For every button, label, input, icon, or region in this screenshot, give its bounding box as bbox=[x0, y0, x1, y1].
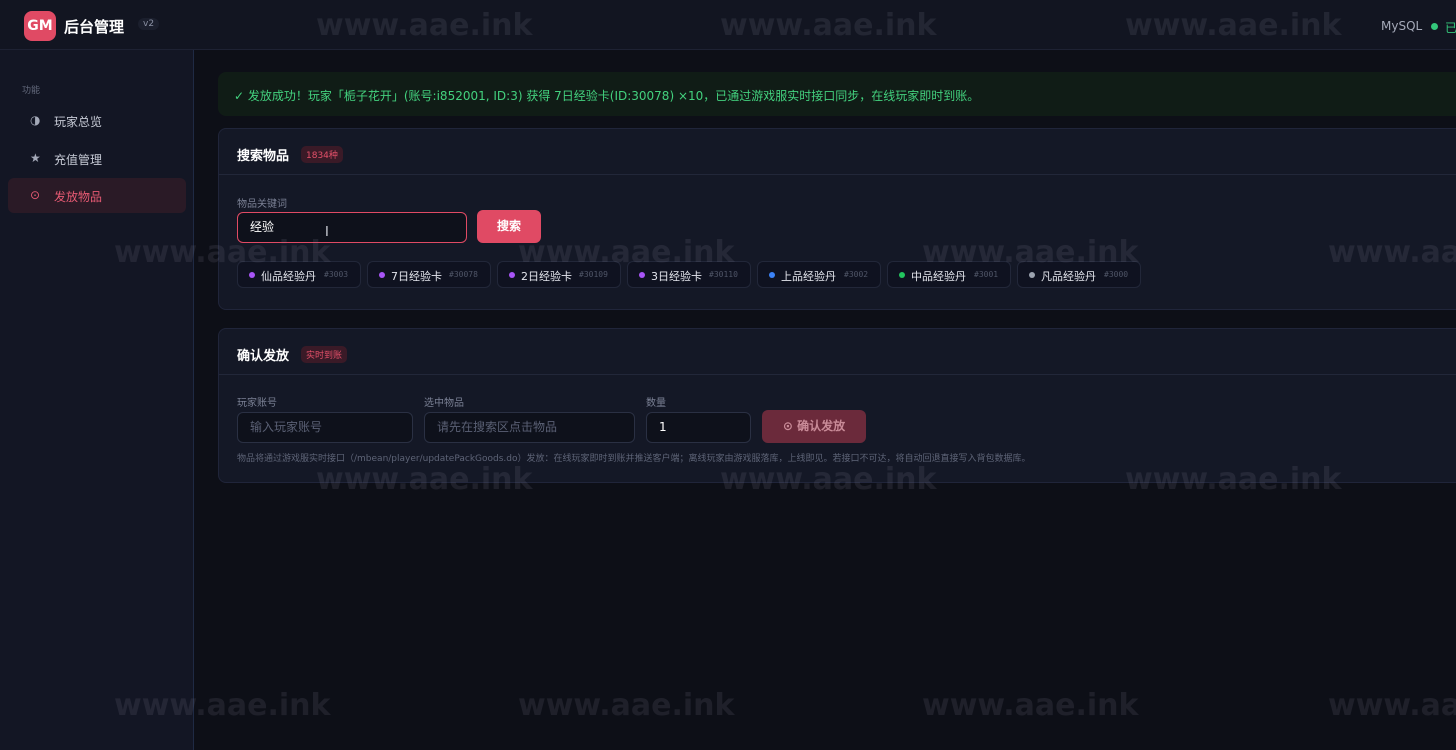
success-alert-text: ✓ 发放成功！玩家「栀子花开」(账号:i852001, ID:3) 获得 7日经… bbox=[234, 89, 980, 103]
item-chip[interactable]: 3日经验卡 #30110 bbox=[627, 261, 751, 288]
app-title: 后台管理 bbox=[64, 18, 125, 36]
selected-item-label: 选中物品 bbox=[424, 398, 464, 409]
item-code: #3001 bbox=[974, 270, 999, 279]
watermark: www.aae.ink bbox=[518, 688, 735, 723]
sidebar-item-recharge[interactable]: ★ 充值管理 bbox=[8, 141, 186, 176]
account-input[interactable]: 输入玩家账号 bbox=[237, 412, 413, 443]
item-name: 7日经验卡 bbox=[391, 270, 442, 283]
target-icon: ⊙ bbox=[30, 188, 41, 202]
rarity-dot-icon bbox=[769, 272, 775, 278]
selected-item-field[interactable]: 请先在搜索区点击物品 bbox=[424, 412, 635, 443]
api-hint-text: 物品将通过游戏服实时接口（/mbean/player/updatePackGoo… bbox=[237, 454, 1031, 464]
version-badge: v2 bbox=[138, 18, 160, 30]
item-code: #30110 bbox=[709, 270, 738, 279]
realtime-badge: 实时到账 bbox=[301, 346, 348, 363]
account-label: 玩家账号 bbox=[237, 398, 277, 409]
gm-logo: GM bbox=[24, 11, 56, 41]
item-name: 上品经验丹 bbox=[781, 270, 836, 283]
item-code: #3002 bbox=[844, 270, 869, 279]
half-circle-icon: ◑ bbox=[30, 113, 41, 127]
sidebar-item-label: 发放物品 bbox=[54, 190, 103, 204]
rarity-dot-icon bbox=[509, 272, 515, 278]
confirm-send-button[interactable]: ⊙ 确认发放 bbox=[762, 410, 866, 443]
item-chip[interactable]: 凡品经验丹 #3000 bbox=[1017, 261, 1141, 288]
rarity-dot-icon bbox=[1029, 272, 1035, 278]
item-code: #3000 bbox=[1104, 270, 1129, 279]
item-chip[interactable]: 2日经验卡 #30109 bbox=[497, 261, 621, 288]
item-name: 中品经验丹 bbox=[911, 270, 966, 283]
search-button[interactable]: 搜索 bbox=[477, 210, 541, 243]
top-bar: GM 后台管理 v2 MySQL 已 bbox=[0, 0, 1456, 50]
sidebar-item-player-overview[interactable]: ◑ 玩家总览 bbox=[8, 103, 186, 138]
rarity-dot-icon bbox=[899, 272, 905, 278]
item-name: 2日经验卡 bbox=[521, 270, 572, 283]
sidebar: 功能 ◑ 玩家总览 ★ 充值管理 ⊙ 发放物品 bbox=[0, 50, 194, 750]
card-title: 确认发放 bbox=[237, 349, 290, 364]
keyword-label: 物品关键词 bbox=[237, 199, 287, 210]
sidebar-item-label: 玩家总览 bbox=[54, 115, 103, 129]
item-code: #3003 bbox=[324, 270, 349, 279]
sidebar-item-label: 充值管理 bbox=[54, 153, 103, 167]
item-chip[interactable]: 上品经验丹 #3002 bbox=[757, 261, 881, 288]
text-cursor-icon: I bbox=[325, 225, 329, 240]
star-icon: ★ bbox=[30, 151, 41, 165]
item-code: #30109 bbox=[579, 270, 608, 279]
card-title: 搜索物品 bbox=[237, 149, 290, 164]
rarity-dot-icon bbox=[249, 272, 255, 278]
item-code: #30078 bbox=[449, 270, 478, 279]
item-chip[interactable]: 7日经验卡 #30078 bbox=[367, 261, 491, 288]
item-name: 凡品经验丹 bbox=[1041, 270, 1096, 283]
quantity-input[interactable]: 1 bbox=[646, 412, 751, 443]
item-chip[interactable]: 中品经验丹 #3001 bbox=[887, 261, 1011, 288]
watermark: www.aae.ink bbox=[922, 688, 1139, 723]
keyword-input[interactable]: 经验 bbox=[237, 212, 467, 243]
db-label: MySQL bbox=[1381, 19, 1423, 33]
sidebar-section-label: 功能 bbox=[22, 86, 41, 96]
item-name: 仙品经验丹 bbox=[261, 270, 316, 283]
sidebar-item-send-items[interactable]: ⊙ 发放物品 bbox=[8, 178, 186, 213]
confirm-send-card: 确认发放 实时到账 玩家账号 输入玩家账号 选中物品 请先在搜索区点击物品 数量… bbox=[218, 328, 1456, 483]
rarity-dot-icon bbox=[379, 272, 385, 278]
item-count-badge: 1834种 bbox=[301, 146, 343, 163]
db-status-text: 已 bbox=[1445, 21, 1456, 35]
watermark: www.aae.ink bbox=[1328, 688, 1456, 723]
item-chip[interactable]: 仙品经验丹 #3003 bbox=[237, 261, 361, 288]
card-header: 搜索物品 1834种 bbox=[219, 129, 1456, 175]
quantity-label: 数量 bbox=[646, 398, 666, 409]
success-alert: ✓ 发放成功！玩家「栀子花开」(账号:i852001, ID:3) 获得 7日经… bbox=[218, 72, 1456, 116]
item-name: 3日经验卡 bbox=[651, 270, 702, 283]
rarity-dot-icon bbox=[639, 272, 645, 278]
card-header: 确认发放 实时到账 bbox=[219, 329, 1456, 375]
db-status-dot-icon bbox=[1431, 23, 1438, 30]
